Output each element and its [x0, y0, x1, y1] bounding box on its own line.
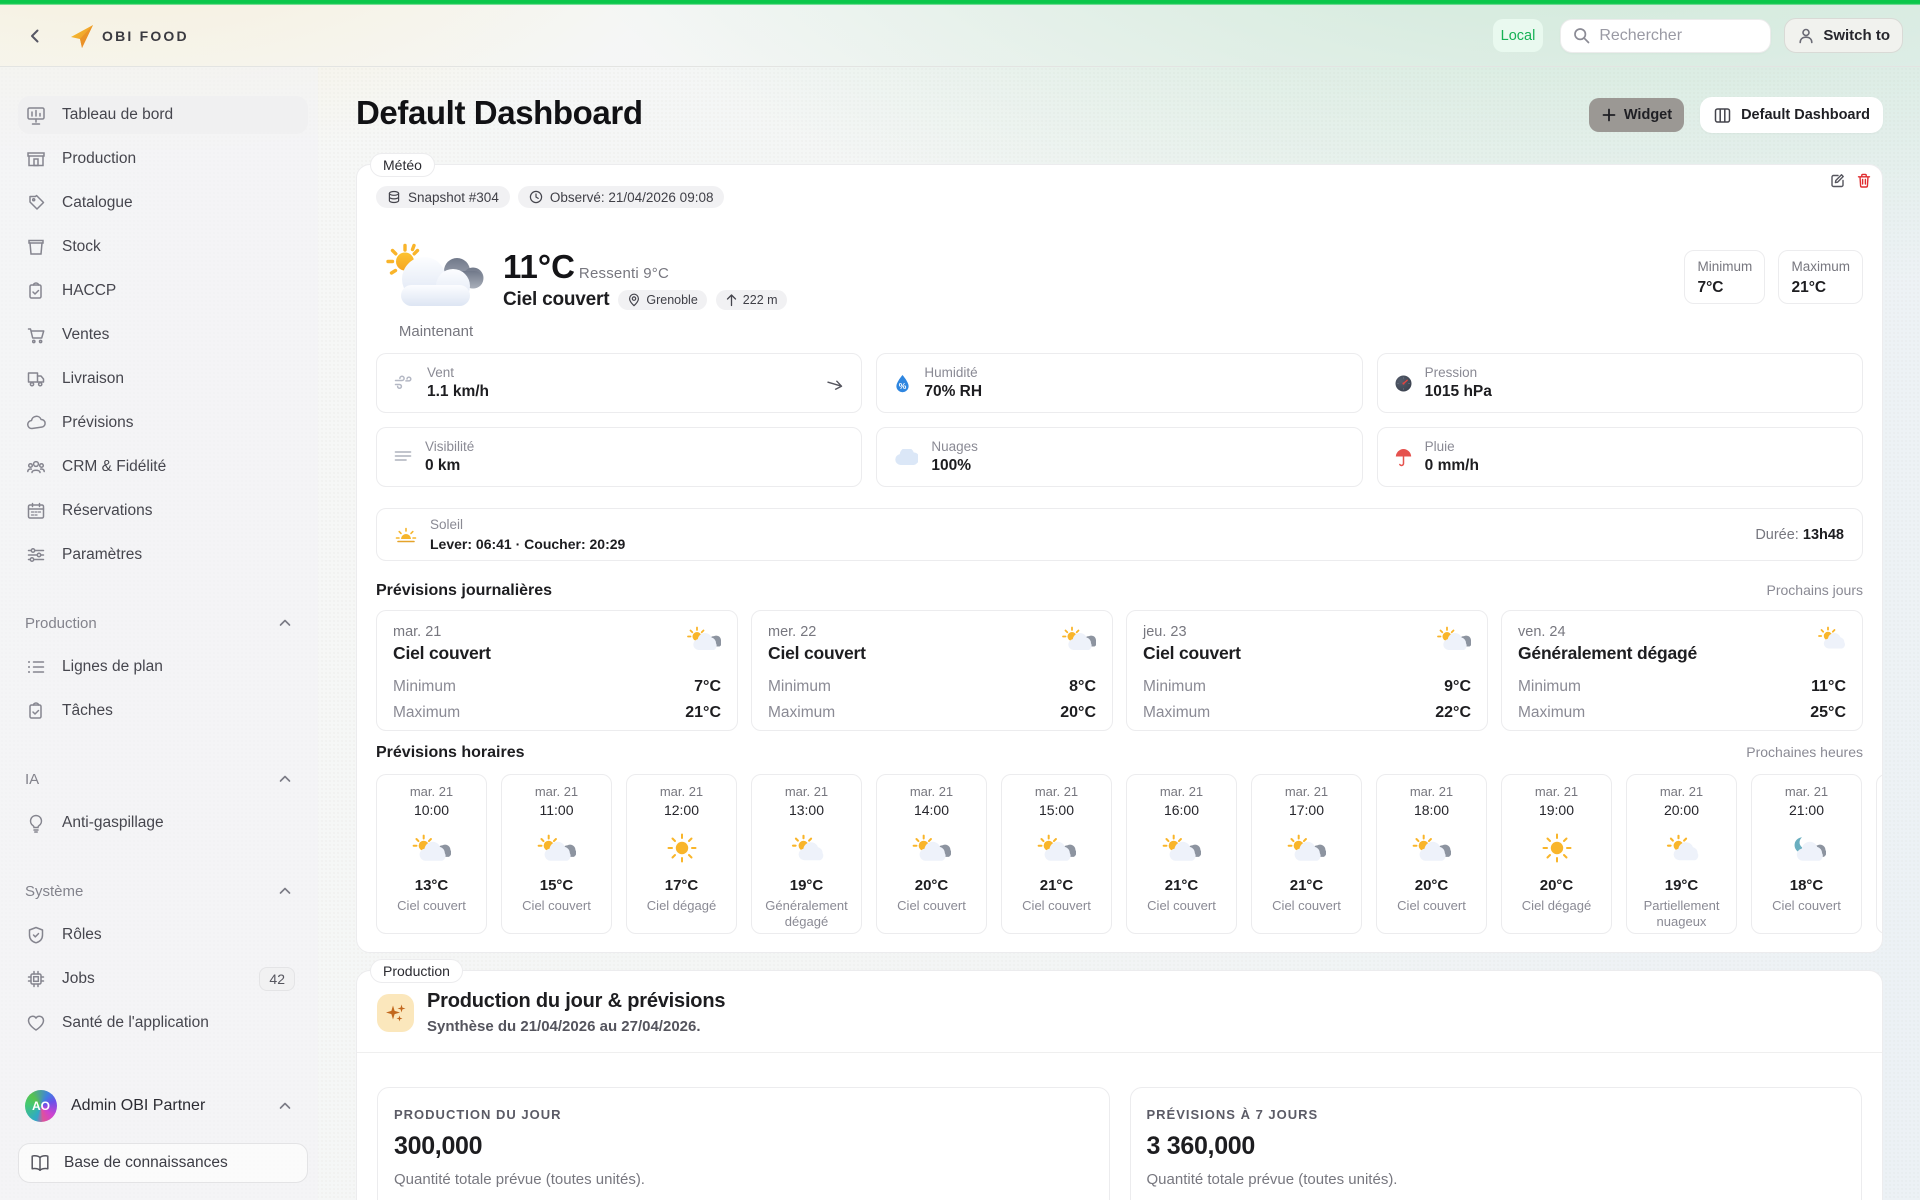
svg-text:%: % — [899, 381, 907, 391]
